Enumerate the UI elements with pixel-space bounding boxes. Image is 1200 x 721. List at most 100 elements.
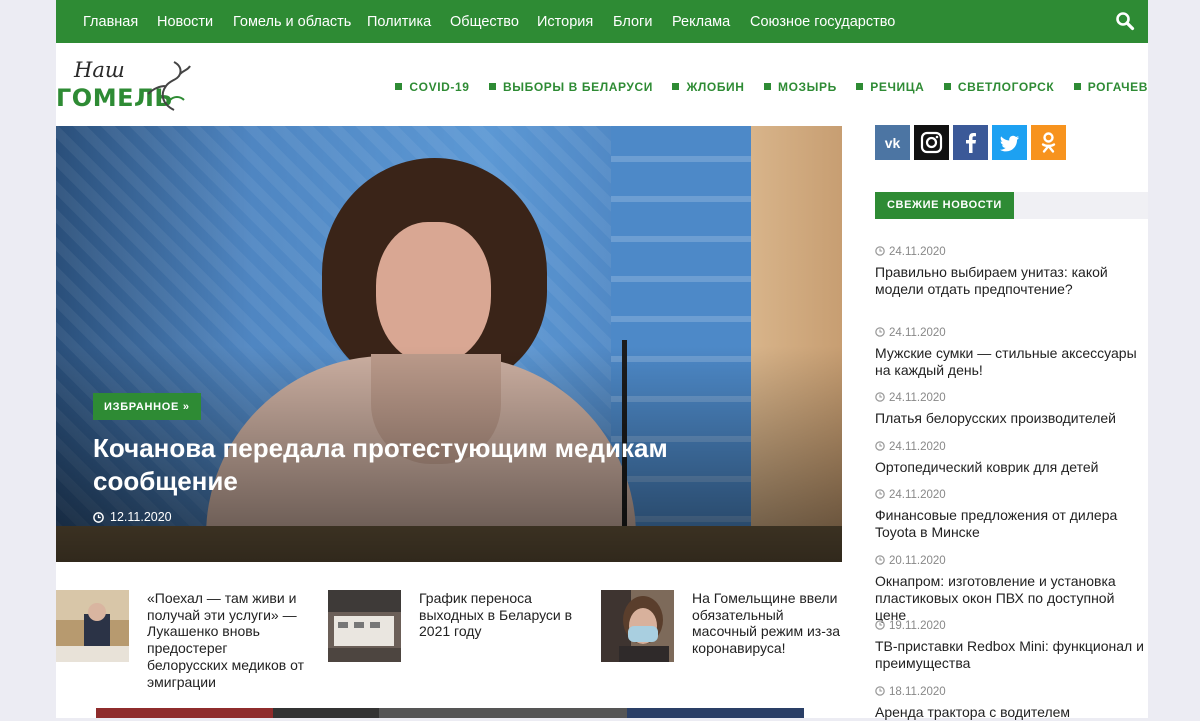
clock-icon	[875, 392, 885, 402]
clock-icon	[875, 246, 885, 256]
news-date-text: 24.11.2020	[889, 489, 946, 501]
fresh-news-header: СВЕЖИЕ НОВОСТИ	[875, 192, 1148, 219]
article-thumbnail[interactable]	[56, 590, 129, 662]
category-label: ВЫБОРЫ В БЕЛАРУСИ	[503, 80, 653, 94]
article-thumbnail[interactable]	[601, 590, 674, 662]
hero-date: 12.11.2020	[93, 510, 172, 524]
hero-date-text: 12.11.2020	[110, 510, 172, 524]
news-title[interactable]: Финансовые предложения от дилера Toyota …	[875, 507, 1148, 541]
odnoklassniki-icon	[1041, 132, 1056, 153]
twitter-icon	[1000, 135, 1019, 152]
news-item[interactable]: 24.11.2020 Ортопедический коврик для дет…	[875, 440, 1148, 476]
news-title[interactable]: Мужские сумки — стильные аксессуары на к…	[875, 345, 1148, 379]
hero-title[interactable]: Кочанова передала протестующим медикам с…	[93, 432, 733, 498]
article-card[interactable]: График переноса выходных в Беларуси в 20…	[328, 590, 578, 700]
hero-image-figure-face	[376, 222, 491, 364]
advertisement-banner[interactable]	[96, 708, 804, 718]
article-thumbnail[interactable]	[328, 590, 401, 662]
article-title[interactable]: График переноса выходных в Беларуси в 20…	[419, 590, 579, 640]
search-icon	[1116, 12, 1135, 31]
nav-item-gomel-region[interactable]: Гомель и область	[233, 0, 351, 43]
nav-item-blogs[interactable]: Блоги	[613, 0, 652, 43]
category-elections[interactable]: ВЫБОРЫ В БЕЛАРУСИ	[489, 80, 653, 94]
clock-icon	[875, 555, 885, 565]
hero-article[interactable]: ИЗБРАННОЕ » Кочанова передала протестующ…	[56, 126, 842, 562]
category-rogachev[interactable]: РОГАЧЕВ	[1073, 80, 1148, 94]
featured-badge[interactable]: ИЗБРАННОЕ »	[93, 393, 201, 420]
search-button[interactable]	[1102, 0, 1148, 43]
category-label: СВЕТЛОГОРСК	[957, 80, 1055, 94]
facebook-button[interactable]	[953, 125, 988, 160]
vk-button[interactable]: vk	[875, 125, 910, 160]
site-logo[interactable]: Наш ГОМЕЛЬ	[56, 58, 196, 116]
news-date: 24.11.2020	[875, 440, 1148, 454]
facebook-icon	[966, 133, 976, 153]
news-item[interactable]: 20.11.2020 Окнапром: изготовление и уста…	[875, 554, 1148, 624]
clock-icon	[875, 327, 885, 337]
nav-item-politics[interactable]: Политика	[367, 0, 431, 43]
news-item[interactable]: 19.11.2020 ТВ-приставки Redbox Mini: фун…	[875, 619, 1148, 672]
category-svetlogorsk[interactable]: СВЕТЛОГОРСК	[943, 80, 1055, 94]
nav-item-news[interactable]: Новости	[157, 0, 213, 43]
news-date-text: 18.11.2020	[889, 686, 946, 698]
square-bullet-icon	[395, 83, 403, 90]
square-bullet-icon	[764, 83, 772, 90]
square-bullet-icon	[856, 83, 864, 90]
article-card[interactable]: «Поехал — там живи и получай эти услуги»…	[56, 590, 306, 700]
news-title[interactable]: Платья белорусских производителей	[875, 410, 1148, 427]
square-bullet-icon	[943, 83, 951, 90]
odnoklassniki-button[interactable]	[1031, 125, 1066, 160]
news-date-text: 24.11.2020	[889, 246, 946, 258]
news-title[interactable]: ТВ-приставки Redbox Mini: функционал и п…	[875, 638, 1148, 672]
fresh-news-label: СВЕЖИЕ НОВОСТИ	[875, 192, 1014, 219]
news-title[interactable]: Окнапром: изготовление и установка пласт…	[875, 573, 1148, 624]
svg-text:vk: vk	[885, 135, 901, 151]
category-label: МОЗЫРЬ	[778, 80, 837, 94]
instagram-icon	[920, 131, 943, 154]
news-date: 24.11.2020	[875, 488, 1148, 502]
category-label: COVID-19	[409, 80, 470, 94]
clock-icon	[875, 489, 885, 499]
news-item[interactable]: 18.11.2020 Аренда трактора с водителем	[875, 685, 1148, 721]
clock-icon	[93, 512, 104, 523]
nav-item-main[interactable]: Главная	[83, 0, 138, 43]
nav-item-history[interactable]: История	[537, 0, 593, 43]
category-label: РЕЧИЦА	[870, 80, 925, 94]
category-zhlobin[interactable]: ЖЛОБИН	[672, 80, 744, 94]
article-title[interactable]: На Гомельщине ввели обязательный масочны…	[692, 590, 852, 657]
news-date-text: 24.11.2020	[889, 441, 946, 453]
news-date: 19.11.2020	[875, 619, 1148, 633]
clock-icon	[875, 620, 885, 630]
news-date: 20.11.2020	[875, 554, 1148, 568]
twitter-button[interactable]	[992, 125, 1027, 160]
news-title[interactable]: Ортопедический коврик для детей	[875, 459, 1148, 476]
category-rechitsa[interactable]: РЕЧИЦА	[856, 80, 924, 94]
article-card[interactable]: На Гомельщине ввели обязательный масочны…	[601, 590, 851, 700]
top-navigation: Главная Новости Гомель и область Политик…	[56, 0, 1148, 43]
nav-item-society[interactable]: Общество	[450, 0, 519, 43]
category-covid[interactable]: COVID-19	[395, 80, 469, 94]
news-date-text: 20.11.2020	[889, 555, 946, 567]
clock-icon	[875, 686, 885, 696]
logo-stag-icon	[147, 61, 191, 111]
news-item[interactable]: 24.11.2020 Платья белорусских производит…	[875, 391, 1148, 427]
category-mozyr[interactable]: МОЗЫРЬ	[764, 80, 837, 94]
instagram-button[interactable]	[914, 125, 949, 160]
category-label: ЖЛОБИН	[686, 80, 745, 94]
square-bullet-icon	[672, 83, 680, 90]
square-bullet-icon	[1073, 83, 1081, 90]
nav-item-ads[interactable]: Реклама	[672, 0, 730, 43]
news-title[interactable]: Аренда трактора с водителем	[875, 704, 1148, 721]
news-date-text: 24.11.2020	[889, 327, 946, 339]
news-item[interactable]: 24.11.2020 Правильно выбираем унитаз: ка…	[875, 245, 1148, 298]
news-date: 18.11.2020	[875, 685, 1148, 699]
clock-icon	[875, 441, 885, 451]
news-title[interactable]: Правильно выбираем унитаз: какой модели …	[875, 264, 1148, 298]
article-title[interactable]: «Поехал — там живи и получай эти услуги»…	[147, 590, 307, 690]
news-item[interactable]: 24.11.2020 Мужские сумки — стильные аксе…	[875, 326, 1148, 379]
news-date: 24.11.2020	[875, 245, 1148, 259]
news-item[interactable]: 24.11.2020 Финансовые предложения от дил…	[875, 488, 1148, 541]
category-links: COVID-19 ВЫБОРЫ В БЕЛАРУСИ ЖЛОБИН МОЗЫРЬ…	[380, 78, 1148, 96]
nav-item-union-state[interactable]: Союзное государство	[750, 0, 895, 43]
page: Главная Новости Гомель и область Политик…	[56, 0, 1148, 721]
